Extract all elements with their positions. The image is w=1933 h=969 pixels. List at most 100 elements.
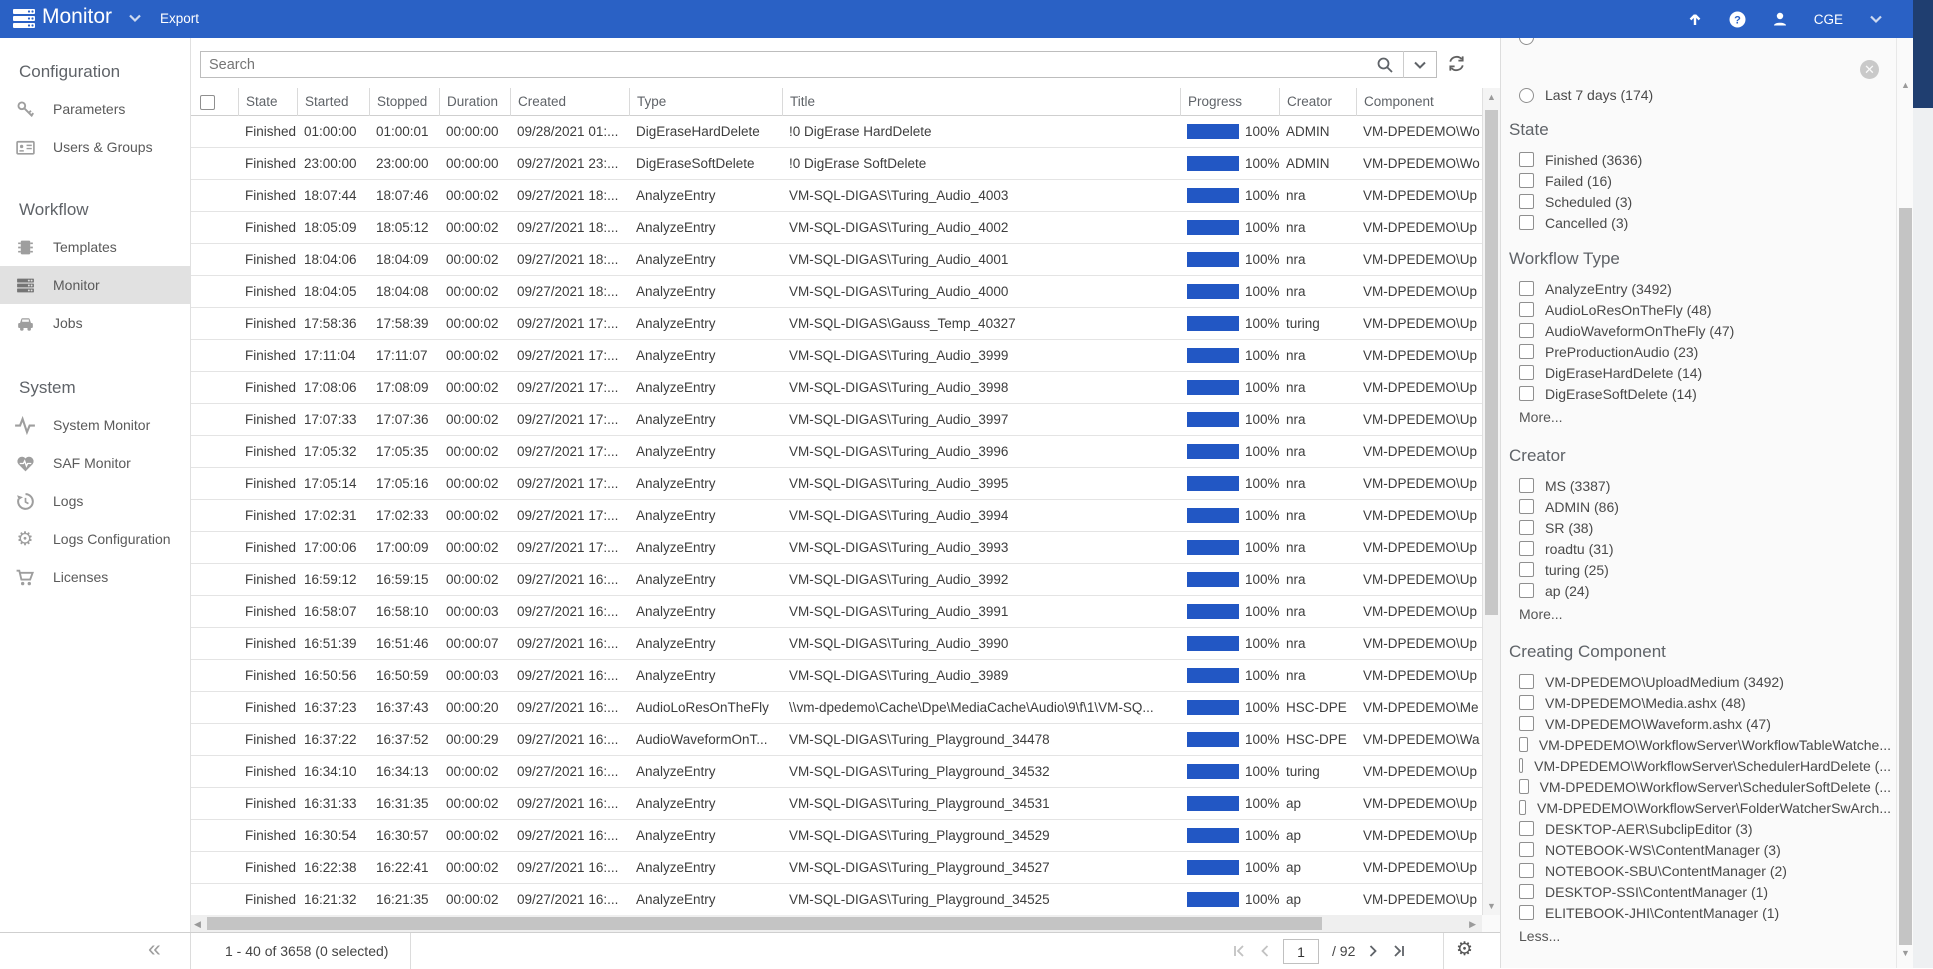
filter-checkbox-item[interactable]: VM-DPEDEMO\Media.ashx (48): [1509, 692, 1891, 713]
filter-option-last-7-days[interactable]: Last 7 days (174): [1519, 87, 1653, 103]
filter-checkbox-item[interactable]: roadtu (31): [1509, 538, 1891, 559]
checkbox[interactable]: [1519, 695, 1534, 710]
column-header-started[interactable]: Started: [297, 88, 369, 116]
table-row[interactable]: Finished 16:34:10 16:34:13 00:00:02 09/2…: [191, 756, 1482, 788]
table-row[interactable]: Finished 23:00:00 23:00:00 00:00:00 09/2…: [191, 148, 1482, 180]
filter-checkbox-item[interactable]: Scheduled (3): [1509, 191, 1891, 212]
column-header-title[interactable]: Title: [782, 88, 1180, 116]
table-row[interactable]: Finished 17:07:33 17:07:36 00:00:02 09/2…: [191, 404, 1482, 436]
column-header-progress[interactable]: Progress: [1180, 88, 1279, 116]
checkbox[interactable]: [1519, 520, 1534, 535]
filter-checkbox-item[interactable]: DESKTOP-SSI\ContentManager (1): [1509, 881, 1891, 902]
user-chevron-down-icon[interactable]: [1869, 14, 1883, 24]
checkbox[interactable]: [1519, 323, 1534, 338]
table-row[interactable]: Finished 18:04:05 18:04:08 00:00:02 09/2…: [191, 276, 1482, 308]
sidebar-item-system-monitor[interactable]: System Monitor: [0, 406, 190, 444]
next-page-icon[interactable]: [1368, 944, 1379, 958]
filter-checkbox-item[interactable]: turing (25): [1509, 559, 1891, 580]
sidebar-item-monitor[interactable]: Monitor: [0, 266, 190, 304]
filter-checkbox-item[interactable]: ELITEBOOK-JHI\ContentManager (1): [1509, 902, 1891, 923]
filter-checkbox-item[interactable]: PreProductionAudio (23): [1509, 341, 1891, 362]
export-menu-item[interactable]: Export: [160, 11, 199, 26]
checkbox[interactable]: [1519, 194, 1534, 209]
column-header-duration[interactable]: Duration: [439, 88, 510, 116]
checkbox[interactable]: [1519, 905, 1534, 920]
filter-checkbox-item[interactable]: ap (24): [1509, 580, 1891, 601]
filter-checkbox-item[interactable]: Cancelled (3): [1509, 212, 1891, 233]
table-row[interactable]: Finished 17:11:04 17:11:07 00:00:02 09/2…: [191, 340, 1482, 372]
table-row[interactable]: Finished 17:08:06 17:08:09 00:00:02 09/2…: [191, 372, 1482, 404]
table-row[interactable]: Finished 17:05:32 17:05:35 00:00:02 09/2…: [191, 436, 1482, 468]
checkbox[interactable]: [1519, 478, 1534, 493]
vertical-scroll-thumb[interactable]: [1485, 110, 1498, 615]
filter-checkbox-item[interactable]: VM-DPEDEMO\Waveform.ashx (47): [1509, 713, 1891, 734]
table-row[interactable]: Finished 17:05:14 17:05:16 00:00:02 09/2…: [191, 468, 1482, 500]
filter-checkbox-item[interactable]: AudioLoResOnTheFly (48): [1509, 299, 1891, 320]
table-row[interactable]: Finished 18:05:09 18:05:12 00:00:02 09/2…: [191, 212, 1482, 244]
sidebar-item-jobs[interactable]: Jobs: [0, 304, 190, 342]
checkbox[interactable]: [1519, 737, 1528, 752]
filter-checkbox-item[interactable]: VM-DPEDEMO\WorkflowServer\WorkflowTableW…: [1509, 734, 1891, 755]
select-all-checkbox[interactable]: [200, 95, 215, 110]
checkbox[interactable]: [1519, 562, 1534, 577]
checkbox[interactable]: [1519, 152, 1534, 167]
table-settings-gear-icon[interactable]: ⚙: [1456, 938, 1473, 961]
checkbox[interactable]: [1519, 215, 1534, 230]
page-scroll-thumb[interactable]: [1913, 0, 1933, 108]
checkbox[interactable]: [1519, 821, 1534, 836]
last-page-icon[interactable]: [1392, 944, 1406, 958]
checkbox[interactable]: [1519, 499, 1534, 514]
table-row[interactable]: Finished 16:59:12 16:59:15 00:00:02 09/2…: [191, 564, 1482, 596]
scroll-up-icon[interactable]: ▲: [1487, 92, 1496, 102]
checkbox[interactable]: [1519, 386, 1534, 401]
scroll-right-icon[interactable]: ▶: [1469, 919, 1476, 930]
clipped-filter-option[interactable]: [1519, 38, 1639, 47]
table-row[interactable]: Finished 16:31:33 16:31:35 00:00:02 09/2…: [191, 788, 1482, 820]
search-input[interactable]: [201, 57, 1376, 73]
filter-checkbox-item[interactable]: DESKTOP-AER\SubclipEditor (3): [1509, 818, 1891, 839]
page-scrollbar[interactable]: [1913, 0, 1933, 968]
filter-checkbox-item[interactable]: MS (3387): [1509, 475, 1891, 496]
checkbox[interactable]: [1519, 674, 1534, 689]
table-row[interactable]: Finished 16:51:39 16:51:46 00:00:07 09/2…: [191, 628, 1482, 660]
sidebar-item-saf-monitor[interactable]: SAF Monitor: [0, 444, 190, 482]
sidebar-item-logs[interactable]: Logs: [0, 482, 190, 520]
filter-scroll-thumb[interactable]: [1899, 208, 1912, 945]
filter-checkbox-item[interactable]: ADMIN (86): [1509, 496, 1891, 517]
checkbox[interactable]: [1519, 779, 1529, 794]
checkbox[interactable]: [1519, 842, 1534, 857]
user-menu[interactable]: CGE: [1814, 12, 1843, 27]
title-chevron-down-icon[interactable]: [128, 13, 142, 23]
checkbox[interactable]: [1519, 884, 1534, 899]
checkbox[interactable]: [1519, 863, 1534, 878]
filter-checkbox-item[interactable]: AudioWaveformOnTheFly (47): [1509, 320, 1891, 341]
filter-checkbox-item[interactable]: NOTEBOOK-SBU\ContentManager (2): [1509, 860, 1891, 881]
collapse-sidebar-icon[interactable]: «: [148, 935, 161, 962]
table-row[interactable]: Finished 16:22:38 16:22:41 00:00:02 09/2…: [191, 852, 1482, 884]
radio-button[interactable]: [1519, 88, 1534, 103]
table-row[interactable]: Finished 18:04:06 18:04:09 00:00:02 09/2…: [191, 244, 1482, 276]
page-number-input[interactable]: 1: [1283, 939, 1319, 964]
table-row[interactable]: Finished 01:00:00 01:00:01 00:00:00 09/2…: [191, 116, 1482, 148]
more-link[interactable]: More...: [1509, 606, 1891, 622]
help-icon[interactable]: ?: [1729, 11, 1746, 28]
sidebar-item-templates[interactable]: Templates: [0, 228, 190, 266]
table-horizontal-scrollbar[interactable]: ◀ ▶: [191, 915, 1482, 932]
more-link[interactable]: More...: [1509, 409, 1891, 425]
checkbox[interactable]: [1519, 541, 1534, 556]
checkbox[interactable]: [1519, 365, 1534, 380]
filter-checkbox-item[interactable]: DigEraseHardDelete (14): [1509, 362, 1891, 383]
filter-checkbox-item[interactable]: Finished (3636): [1509, 149, 1891, 170]
checkbox[interactable]: [1519, 281, 1534, 296]
column-header-creator[interactable]: Creator: [1279, 88, 1356, 116]
refresh-icon[interactable]: [1447, 54, 1466, 73]
previous-page-icon[interactable]: [1259, 944, 1270, 958]
table-row[interactable]: Finished 17:02:31 17:02:33 00:00:02 09/2…: [191, 500, 1482, 532]
checkbox[interactable]: [1519, 800, 1526, 815]
scroll-down-icon[interactable]: ▼: [1901, 948, 1910, 958]
table-row[interactable]: Finished 16:30:54 16:30:57 00:00:02 09/2…: [191, 820, 1482, 852]
sidebar-item-logs-configuration[interactable]: ⚙ Logs Configuration: [0, 520, 190, 558]
table-row[interactable]: Finished 16:58:07 16:58:10 00:00:03 09/2…: [191, 596, 1482, 628]
column-header-created[interactable]: Created: [510, 88, 629, 116]
sidebar-item-parameters[interactable]: Parameters: [0, 90, 190, 128]
